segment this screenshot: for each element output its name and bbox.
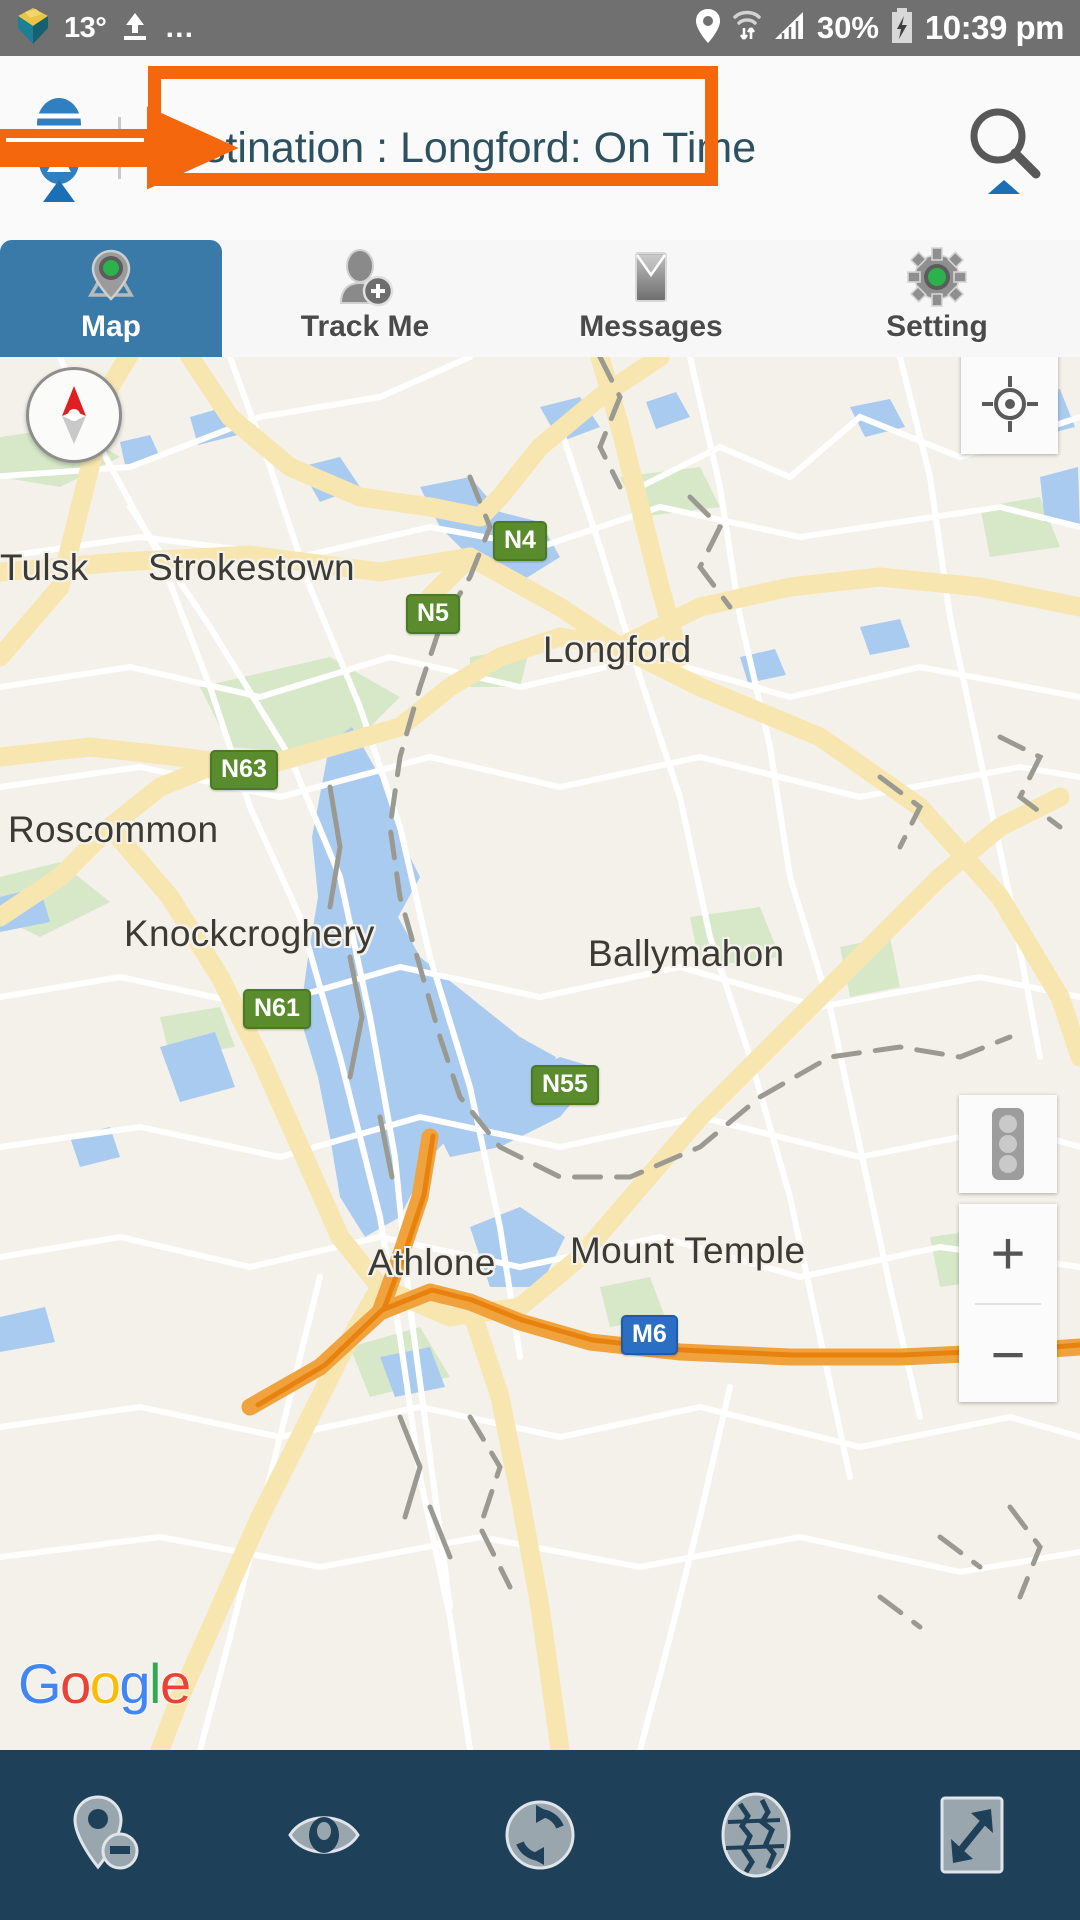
- google-letter-l: l: [149, 1652, 161, 1715]
- road-shield-m6: M6: [621, 1315, 678, 1355]
- place-label-strokestown: Strokestown: [148, 547, 355, 588]
- battery-percent-label: 30%: [816, 10, 879, 45]
- map-canvas[interactable]: Tulsk Strokestown Longford Roscommon Kno…: [0, 357, 1080, 1750]
- tab-track-me-label: Track Me: [300, 310, 430, 343]
- google-letter-e: e: [159, 1652, 191, 1715]
- place-label-roscommon: Roscommon: [8, 809, 219, 850]
- tab-map[interactable]: Map: [0, 240, 222, 357]
- google-letter-g2: g: [119, 1652, 150, 1715]
- app-logo-icon[interactable]: [0, 94, 118, 202]
- place-label-athlone: Athlone: [368, 1242, 496, 1283]
- my-location-icon[interactable]: [961, 357, 1058, 454]
- google-letter-o2: o: [89, 1652, 121, 1715]
- upload-icon: [120, 9, 150, 48]
- zoom-in-button[interactable]: +: [959, 1204, 1057, 1303]
- road-shield-n5: N5: [406, 594, 460, 634]
- remove-marker-icon[interactable]: [0, 1795, 216, 1875]
- place-label-knockcroghery: Knockcroghery: [124, 913, 375, 954]
- person-add-icon: [333, 249, 397, 307]
- place-label-tulsk: Tulsk: [0, 547, 89, 588]
- traffic-light-icon[interactable]: [959, 1095, 1057, 1193]
- cellular-signal-icon: [773, 9, 807, 48]
- globe-icon[interactable]: [648, 1792, 864, 1878]
- weather-app-icon: [16, 6, 50, 51]
- road-shield-n4: N4: [493, 521, 547, 561]
- tab-bar: Map Track Me Messages Setting: [0, 240, 1080, 357]
- refresh-sync-icon[interactable]: [432, 1797, 648, 1873]
- zoom-out-button[interactable]: −: [959, 1305, 1057, 1404]
- search-icon[interactable]: [930, 102, 1080, 194]
- road-shield-n61: N61: [243, 989, 311, 1029]
- destination-status-title: Destination : Longford: On Time: [149, 123, 757, 172]
- place-label-longford: Longford: [543, 629, 692, 670]
- more-icon: …: [164, 11, 197, 44]
- road-shield-n55: N55: [531, 1065, 599, 1105]
- location-pin-icon: [695, 8, 721, 49]
- eye-view-icon[interactable]: [216, 1804, 432, 1866]
- zoom-controls[interactable]: + −: [959, 1204, 1057, 1402]
- google-letter-g1: G: [18, 1652, 62, 1715]
- header-divider: [118, 117, 121, 179]
- wifi-transfer-icon: [731, 8, 763, 49]
- place-label-ballymahon: Ballymahon: [588, 933, 785, 974]
- app-header: Destination : Longford: On Time: [0, 56, 1080, 240]
- envelope-icon: [619, 250, 683, 306]
- google-logo: Google: [18, 1651, 191, 1716]
- tab-setting[interactable]: Setting: [794, 240, 1080, 357]
- tab-setting-label: Setting: [886, 310, 988, 343]
- tab-messages[interactable]: Messages: [508, 240, 794, 357]
- google-letter-o1: o: [60, 1652, 91, 1715]
- compass-needle-icon[interactable]: [26, 367, 122, 463]
- tab-messages-label: Messages: [579, 310, 723, 343]
- clock-label: 10:39 pm: [924, 9, 1065, 46]
- status-bar: 13° … 30% 10:39 pm: [0, 0, 1080, 56]
- gear-icon: [905, 247, 969, 307]
- map-pin-icon: [79, 249, 143, 306]
- temperature-label: 13°: [64, 11, 107, 44]
- battery-charging-icon: [889, 7, 915, 50]
- tab-track-me[interactable]: Track Me: [222, 240, 508, 357]
- expand-fullscreen-icon[interactable]: [864, 1795, 1080, 1875]
- bottom-toolbar: [0, 1750, 1080, 1920]
- tab-map-label: Map: [81, 310, 141, 343]
- road-shield-n63: N63: [210, 750, 278, 790]
- place-label-mount-temple: Mount Temple: [570, 1230, 806, 1271]
